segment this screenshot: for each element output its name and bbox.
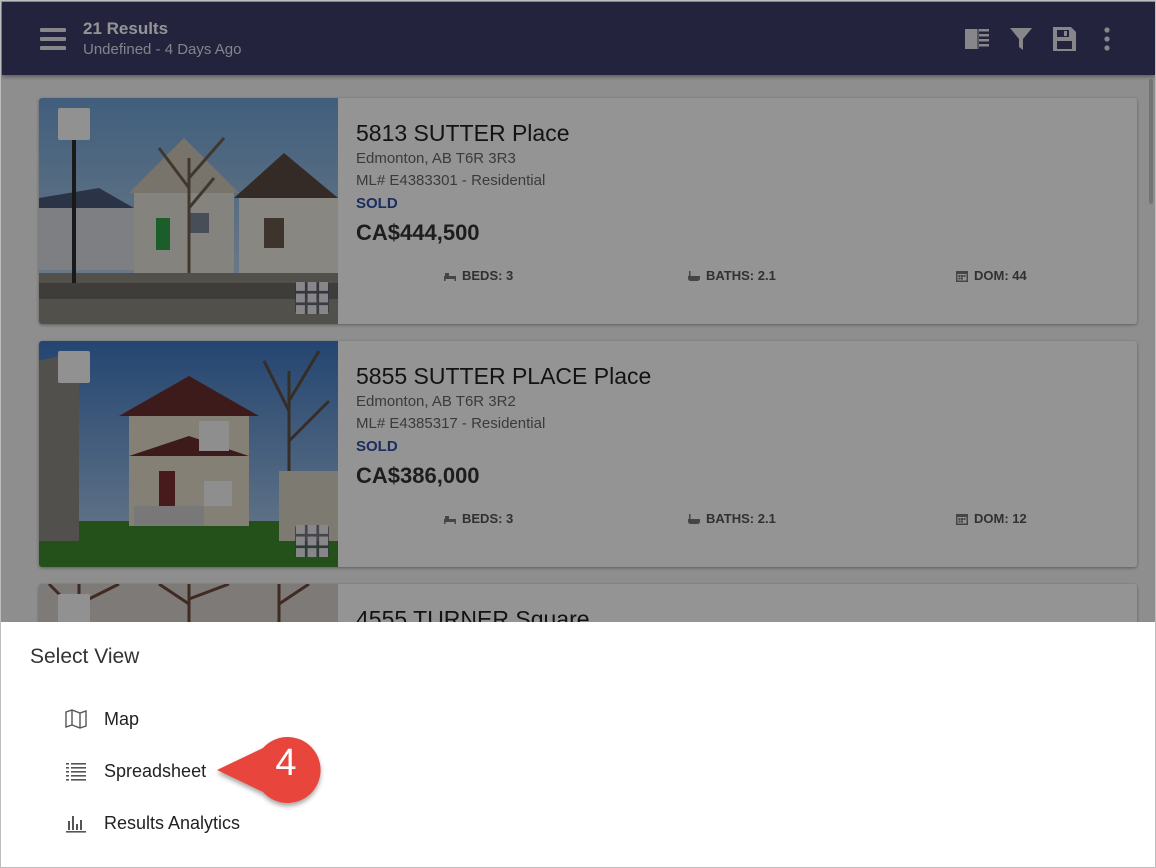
step-callout: 4 xyxy=(215,732,335,806)
spreadsheet-icon xyxy=(66,763,86,781)
app-window: 21 Results Undefined - 4 Days Ago 5813 S… xyxy=(0,0,1156,868)
select-view-sheet: Select View Map Spreadsheet Results Anal… xyxy=(1,622,1155,867)
map-icon xyxy=(65,709,87,729)
analytics-icon xyxy=(66,816,86,833)
step-number: 4 xyxy=(275,742,297,784)
option-spreadsheet[interactable]: Spreadsheet xyxy=(64,756,206,786)
option-spreadsheet-label: Spreadsheet xyxy=(104,760,207,781)
sheet-title: Select View xyxy=(30,645,140,668)
option-results-analytics[interactable]: Results Analytics xyxy=(64,808,240,838)
modal-backdrop[interactable] xyxy=(1,1,1155,623)
option-map-label: Map xyxy=(104,708,140,729)
option-map[interactable]: Map xyxy=(64,704,139,734)
option-results-analytics-label: Results Analytics xyxy=(104,812,241,833)
